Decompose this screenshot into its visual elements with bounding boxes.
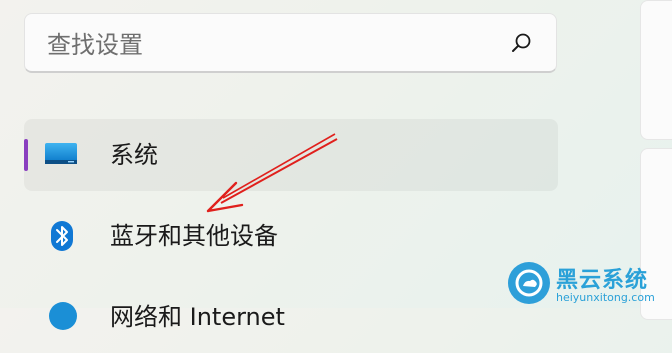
sidebar-item-system[interactable]: 系统 [24, 119, 558, 191]
monitor-icon [45, 143, 77, 164]
network-icon [49, 302, 77, 330]
watermark-subtitle: heiyunxitong.com [556, 291, 655, 304]
sidebar-item-label: 系统 [110, 141, 158, 169]
search-icon[interactable] [510, 32, 532, 54]
sidebar-item-label: 蓝牙和其他设备 [110, 222, 278, 250]
selection-indicator [24, 139, 28, 171]
bluetooth-icon [51, 221, 73, 251]
content-card [640, 0, 672, 140]
watermark-title: 黑云系统 [556, 268, 649, 293]
watermark: 黑云系统 heiyunxitong.com [508, 262, 672, 308]
sidebar-item-network[interactable]: 网络和 Internet [24, 281, 558, 353]
search-input[interactable] [45, 24, 489, 66]
search-box[interactable] [24, 13, 557, 73]
cloud-logo-icon [508, 262, 550, 304]
sidebar-item-label: 网络和 Internet [110, 303, 285, 331]
sidebar-item-bluetooth[interactable]: 蓝牙和其他设备 [24, 200, 558, 272]
